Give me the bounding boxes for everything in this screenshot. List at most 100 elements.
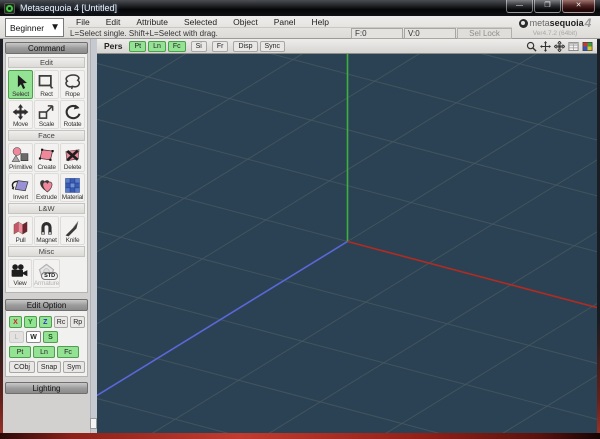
screen-toggle[interactable]: S xyxy=(43,331,58,343)
command-invert[interactable]: Invert xyxy=(8,173,33,202)
rotate-view-icon[interactable] xyxy=(553,40,566,53)
close-button[interactable]: ✕ xyxy=(562,0,595,13)
window-frame-bottom xyxy=(0,433,600,439)
pan-tool-icon[interactable] xyxy=(539,40,552,53)
chevron-down-icon: ▼ xyxy=(50,21,60,33)
window-frame-left xyxy=(0,39,3,439)
lasso-icon xyxy=(62,72,83,91)
rect-select-icon xyxy=(36,72,57,91)
command-view[interactable]: View xyxy=(8,259,32,288)
viewport-pt-toggle[interactable]: Pt xyxy=(129,40,147,52)
menu-file[interactable]: File xyxy=(68,17,98,27)
primitive-shapes-icon xyxy=(10,145,31,164)
viewport-header: Pers Pt Ln Fc Si Fr Disp Sync xyxy=(97,39,597,54)
axis-y-toggle[interactable]: Y xyxy=(23,316,37,328)
maximize-button[interactable]: ❐ xyxy=(534,0,561,13)
command-extrude[interactable]: Extrude xyxy=(34,173,59,202)
line-toggle[interactable]: Ln xyxy=(33,346,55,358)
sidebar-scroll-grip[interactable] xyxy=(90,418,97,429)
lighting-panel-header[interactable]: Lighting xyxy=(5,382,88,394)
command-panel-header[interactable]: Command xyxy=(5,42,88,54)
material-panel-icon[interactable] xyxy=(581,40,594,53)
point-toggle[interactable]: Pt xyxy=(9,346,31,358)
menu-object[interactable]: Object xyxy=(225,17,266,27)
viewport-si-toggle[interactable]: Si xyxy=(190,40,207,52)
view-mode-label[interactable]: Pers xyxy=(104,41,122,51)
create-face-icon xyxy=(36,145,57,164)
pull-ribbon-icon xyxy=(10,218,31,237)
zoom-tool-icon[interactable] xyxy=(525,40,538,53)
section-face-header: Face xyxy=(8,130,85,141)
viewport-ln-toggle[interactable]: Ln xyxy=(148,40,166,52)
menu-help[interactable]: Help xyxy=(303,17,336,27)
command-rect[interactable]: Rect xyxy=(34,70,59,99)
menu-panel[interactable]: Panel xyxy=(266,17,304,27)
rp-toggle[interactable]: Rp xyxy=(70,316,85,328)
object-panel-icon[interactable] xyxy=(567,40,580,53)
knife-icon xyxy=(62,218,83,237)
lighting-panel: Lighting xyxy=(5,382,88,394)
edit-option-panel-header[interactable]: Edit Option xyxy=(5,299,88,311)
title-bar: Metasequoia 4 [Untitled] — ❐ ✕ xyxy=(0,0,600,16)
command-move[interactable]: Move xyxy=(8,100,33,129)
command-create[interactable]: Create xyxy=(34,143,60,172)
sel-lock-button[interactable]: Sel Lock xyxy=(457,28,512,39)
snap-toggle[interactable]: Snap xyxy=(37,361,61,373)
command-primitive[interactable]: Primitive xyxy=(8,143,34,172)
command-magnet[interactable]: Magnet xyxy=(34,216,59,245)
metasequoia-logo-icon xyxy=(518,18,528,28)
viewport-canvas[interactable] xyxy=(97,54,597,433)
section-misc-header: Misc xyxy=(8,246,85,257)
face-toggle[interactable]: Fc xyxy=(57,346,79,358)
menu-bar: File Edit Attribute Selected Object Pane… xyxy=(68,16,512,27)
sidebar-scrollbar[interactable] xyxy=(90,39,97,433)
command-knife[interactable]: Knife xyxy=(60,216,85,245)
std-badge: STD xyxy=(41,272,59,280)
command-rope[interactable]: Rope xyxy=(60,70,85,99)
magnet-icon xyxy=(36,218,57,237)
command-panel: Command Edit Select Rect Rope Move Scale… xyxy=(5,42,88,293)
viewport-fc-toggle[interactable]: Fc xyxy=(167,40,186,52)
command-pull[interactable]: Pull xyxy=(8,216,33,245)
sym-toggle[interactable]: Sym xyxy=(63,361,85,373)
rc-toggle[interactable]: Rc xyxy=(53,316,69,328)
axis-z-toggle[interactable]: Z xyxy=(38,316,52,328)
viewport: Pers Pt Ln Fc Si Fr Disp Sync xyxy=(97,39,597,433)
toolbar: Beginner ▼ File Edit Attribute Selected … xyxy=(0,16,600,39)
toolbar-middle: File Edit Attribute Selected Object Pane… xyxy=(68,16,512,39)
command-scale[interactable]: Scale xyxy=(34,100,59,129)
cobj-toggle[interactable]: CObj xyxy=(9,361,35,373)
extrude-icon xyxy=(36,175,57,194)
app-window: Metasequoia 4 [Untitled] — ❐ ✕ Beginner … xyxy=(0,0,600,439)
command-delete[interactable]: Delete xyxy=(60,143,85,172)
sidebar: Command Edit Select Rect Rope Move Scale… xyxy=(3,39,97,433)
vertex-count-field: V:0 xyxy=(404,28,456,39)
face-count-field: F:0 xyxy=(351,28,403,39)
rotate-icon xyxy=(62,102,83,121)
command-rotate[interactable]: Rotate xyxy=(60,100,85,129)
command-armature[interactable]: STD Armature xyxy=(32,259,61,288)
viewport-sync-toggle[interactable]: Sync xyxy=(259,40,286,52)
hint-text: L=Select single. Shift+L=Select with dra… xyxy=(70,29,218,38)
command-material[interactable]: Material xyxy=(60,173,85,202)
local-toggle[interactable]: L xyxy=(9,331,24,343)
select-cursor-icon xyxy=(10,72,31,91)
mode-dropdown[interactable]: Beginner ▼ xyxy=(5,18,64,37)
brand-logo: meta sequoia 4 Ver4.7.2 (64bit) xyxy=(513,16,597,39)
material-grid-icon xyxy=(62,175,83,194)
viewport-fr-toggle[interactable]: Fr xyxy=(211,40,229,52)
menu-selected[interactable]: Selected xyxy=(176,17,225,27)
edit-option-panel: Edit Option X Y Z Rc Rp L W S Pt Ln Fc C… xyxy=(5,299,88,377)
world-toggle[interactable]: W xyxy=(26,331,41,343)
mode-dropdown-value: Beginner xyxy=(10,22,45,33)
window-title: Metasequoia 4 [Untitled] xyxy=(20,3,118,13)
move-arrows-icon xyxy=(10,102,31,121)
command-select[interactable]: Select xyxy=(8,70,33,99)
menu-edit[interactable]: Edit xyxy=(98,17,129,27)
minimize-button[interactable]: — xyxy=(506,0,533,13)
viewport-disp-toggle[interactable]: Disp xyxy=(233,40,258,52)
axis-x-toggle[interactable]: X xyxy=(9,316,22,328)
menu-attribute[interactable]: Attribute xyxy=(128,17,176,27)
invert-face-icon xyxy=(10,175,31,194)
section-lw-header: L&W xyxy=(8,203,85,214)
